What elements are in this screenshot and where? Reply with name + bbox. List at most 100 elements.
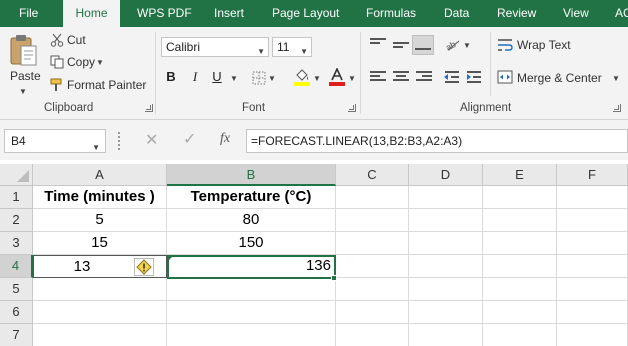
cell-d6[interactable] — [409, 301, 483, 324]
row-header-4[interactable]: 4 — [0, 255, 33, 278]
fill-handle[interactable] — [331, 275, 337, 281]
cell-a6[interactable] — [33, 301, 167, 324]
font-color-button[interactable]: ▼ — [327, 67, 357, 89]
cell-e7[interactable] — [483, 324, 557, 346]
cell-c7[interactable] — [336, 324, 409, 346]
cell-a2[interactable]: 5 — [33, 209, 167, 232]
copy-button[interactable]: Copy ▼ — [48, 53, 104, 71]
tab-home[interactable]: Home — [63, 0, 120, 27]
row-header-2[interactable]: 2 — [0, 209, 33, 232]
column-header-a[interactable]: A — [33, 164, 167, 186]
font-launcher-icon[interactable] — [348, 104, 356, 112]
insert-function-button[interactable]: fx — [220, 131, 230, 147]
enter-icon[interactable]: ✓ — [183, 129, 196, 149]
align-middle-icon[interactable] — [393, 38, 409, 52]
cell-c3[interactable] — [336, 232, 409, 255]
cell-e6[interactable] — [483, 301, 557, 324]
row-header-7[interactable]: 7 — [0, 324, 33, 346]
borders-button[interactable]: ▼ — [250, 69, 276, 87]
clipboard-launcher-icon[interactable] — [145, 104, 153, 112]
row-header-3[interactable]: 3 — [0, 232, 33, 255]
cell-d2[interactable] — [409, 209, 483, 232]
cell-d5[interactable] — [409, 278, 483, 301]
cell-d1[interactable] — [409, 186, 483, 209]
align-center-icon[interactable] — [393, 71, 409, 85]
worksheet-grid[interactable]: A B C D E F 1 2 3 4 5 6 7 Time (minutes … — [0, 164, 628, 346]
cell-d4[interactable] — [409, 255, 483, 278]
cell-c2[interactable] — [336, 209, 409, 232]
underline-button[interactable]: U — [208, 68, 226, 86]
cell-b6[interactable] — [167, 301, 336, 324]
wrap-text-button[interactable]: Wrap Text — [497, 37, 577, 55]
tab-data[interactable]: Data — [444, 0, 469, 27]
align-right-icon[interactable] — [416, 71, 432, 85]
alignment-launcher-icon[interactable] — [613, 104, 621, 112]
cell-f5[interactable] — [557, 278, 628, 301]
cell-f7[interactable] — [557, 324, 628, 346]
tab-ac[interactable]: AC — [615, 0, 628, 27]
cell-c1[interactable] — [336, 186, 409, 209]
column-header-d[interactable]: D — [409, 164, 483, 186]
cell-f2[interactable] — [557, 209, 628, 232]
orientation-button[interactable]: ab ▼ — [444, 36, 474, 54]
cell-b1[interactable]: Temperature (°C) — [167, 186, 336, 209]
column-header-f[interactable]: F — [557, 164, 628, 186]
tab-review[interactable]: Review — [497, 0, 536, 27]
row-header-1[interactable]: 1 — [0, 186, 33, 209]
tab-page-layout[interactable]: Page Layout — [272, 0, 339, 27]
tab-insert[interactable]: Insert — [214, 0, 244, 27]
column-header-b[interactable]: B — [167, 164, 336, 186]
cell-d3[interactable] — [409, 232, 483, 255]
tab-view[interactable]: View — [563, 0, 589, 27]
cell-f6[interactable] — [557, 301, 628, 324]
cell-e5[interactable] — [483, 278, 557, 301]
row-header-6[interactable]: 6 — [0, 301, 33, 324]
tab-file[interactable]: File — [19, 0, 38, 27]
cell-b5[interactable] — [167, 278, 336, 301]
row-header-5[interactable]: 5 — [0, 278, 33, 301]
error-check-button[interactable] — [134, 258, 154, 276]
column-header-e[interactable]: E — [483, 164, 557, 186]
name-box[interactable]: B4 ▼ — [4, 129, 106, 153]
paste-button[interactable]: Paste — [6, 31, 42, 87]
cell-e2[interactable] — [483, 209, 557, 232]
cell-e3[interactable] — [483, 232, 557, 255]
cell-c4[interactable] — [336, 255, 409, 278]
tab-wps-pdf[interactable]: WPS PDF — [137, 0, 192, 27]
align-bottom-button[interactable] — [412, 35, 434, 55]
cancel-icon[interactable]: ✕ — [145, 130, 158, 150]
formula-bar-grip[interactable] — [118, 132, 122, 150]
formula-input[interactable]: =FORECAST.LINEAR(13,B2:B3,A2:A3) — [246, 129, 628, 153]
decrease-indent-button[interactable] — [443, 69, 463, 87]
align-top-icon[interactable] — [370, 38, 386, 52]
cell-a5[interactable] — [33, 278, 167, 301]
format-painter-button[interactable]: Format Painter — [48, 76, 148, 94]
font-name-combo[interactable]: Calibri ▼ — [161, 37, 269, 57]
cell-f3[interactable] — [557, 232, 628, 255]
cell-b2[interactable]: 80 — [167, 209, 336, 232]
cell-b7[interactable] — [167, 324, 336, 346]
cell-c5[interactable] — [336, 278, 409, 301]
increase-indent-button[interactable] — [465, 69, 485, 87]
cell-e1[interactable] — [483, 186, 557, 209]
tab-formulas[interactable]: Formulas — [366, 0, 416, 27]
bold-button[interactable]: B — [162, 68, 180, 86]
cell-a3[interactable]: 15 — [33, 232, 167, 255]
fill-color-button[interactable]: ▼ — [292, 67, 322, 89]
align-left-icon[interactable] — [370, 71, 386, 85]
cell-f1[interactable] — [557, 186, 628, 209]
cell-a7[interactable] — [33, 324, 167, 346]
font-size-combo[interactable]: 11 ▼ — [272, 37, 312, 57]
copy-dropdown-icon[interactable]: ▼ — [96, 58, 104, 67]
paste-dropdown-icon[interactable]: ▼ — [19, 87, 27, 96]
select-all-button[interactable] — [0, 164, 33, 186]
italic-button[interactable]: I — [186, 68, 204, 86]
cut-button[interactable]: Cut — [48, 31, 98, 49]
cell-e4[interactable] — [483, 255, 557, 278]
underline-dropdown-icon[interactable]: ▼ — [230, 74, 238, 83]
cell-c6[interactable] — [336, 301, 409, 324]
cell-d7[interactable] — [409, 324, 483, 346]
column-header-c[interactable]: C — [336, 164, 409, 186]
cell-f4[interactable] — [557, 255, 628, 278]
cell-b3[interactable]: 150 — [167, 232, 336, 255]
